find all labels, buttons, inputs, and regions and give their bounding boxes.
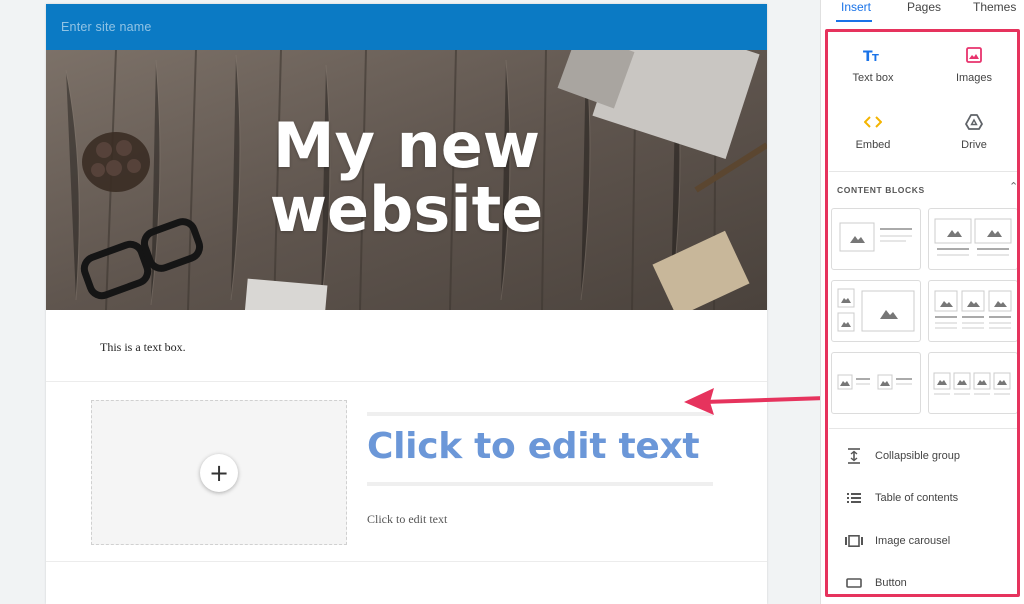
image-carousel-label: Image carousel xyxy=(875,535,951,547)
collapsible-group-icon xyxy=(845,448,863,464)
button-icon xyxy=(845,575,863,591)
panel-divider xyxy=(829,428,1017,429)
title-divider-top xyxy=(367,412,713,416)
hero-title-line-2: website xyxy=(269,173,544,246)
insert-text-box-button[interactable]: TT Text box xyxy=(833,44,913,84)
content-block-1[interactable] xyxy=(831,208,921,270)
insert-table-of-contents[interactable]: Table of contents xyxy=(845,488,958,508)
panel-divider xyxy=(829,171,1017,172)
image-placeholder[interactable]: + xyxy=(91,400,347,545)
table-of-contents-icon xyxy=(845,490,863,506)
annotation-arrow-icon xyxy=(684,388,828,415)
hero-title[interactable]: My new website xyxy=(46,114,767,242)
insert-collapsible-group[interactable]: Collapsible group xyxy=(845,446,960,466)
insert-embed-label: Embed xyxy=(855,139,891,151)
hero-title-line-1: My new xyxy=(272,109,541,182)
svg-text:T: T xyxy=(872,53,879,63)
content-block-6[interactable] xyxy=(928,352,1018,414)
button-label: Button xyxy=(875,577,907,589)
hero-banner[interactable]: My new website xyxy=(46,50,767,310)
title-divider-bottom xyxy=(367,482,713,486)
insert-text-box-label: Text box xyxy=(852,72,894,84)
collapse-chevron-icon[interactable]: ⌃ xyxy=(1009,180,1018,193)
add-image-button[interactable]: + xyxy=(200,454,238,492)
insert-images-label: Images xyxy=(955,72,993,84)
content-block-3[interactable] xyxy=(831,280,921,342)
insert-drive-button[interactable]: Drive xyxy=(934,111,1014,151)
content-block-section[interactable]: + Click to edit text Click to edit text xyxy=(46,382,767,562)
drive-icon xyxy=(934,111,1014,133)
content-block-4[interactable] xyxy=(928,280,1018,342)
text-box-icon: TT xyxy=(833,44,913,66)
tab-insert[interactable]: Insert xyxy=(841,0,871,14)
insert-images-button[interactable]: Images xyxy=(934,44,1014,84)
site-header-bar: Enter site name xyxy=(46,4,767,50)
text-box[interactable]: This is a text box. xyxy=(100,340,186,355)
editable-body-text[interactable]: Click to edit text xyxy=(367,512,447,527)
content-block-2[interactable] xyxy=(928,208,1018,270)
tab-themes[interactable]: Themes xyxy=(973,0,1016,14)
content-blocks-heading: CONTENT BLOCKS xyxy=(837,185,925,195)
tab-pages[interactable]: Pages xyxy=(907,0,941,14)
insert-image-carousel[interactable]: Image carousel xyxy=(845,531,950,551)
insert-button[interactable]: Button xyxy=(845,573,907,593)
collapsible-group-label: Collapsible group xyxy=(875,450,960,462)
site-page: Enter site name My new website This is a… xyxy=(46,4,767,604)
insert-embed-button[interactable]: Embed xyxy=(833,111,913,151)
insert-drive-label: Drive xyxy=(961,139,987,151)
site-name-input[interactable]: Enter site name xyxy=(61,20,152,34)
embed-icon xyxy=(833,111,913,133)
content-block-5[interactable] xyxy=(831,352,921,414)
active-tab-indicator xyxy=(836,20,872,22)
insert-panel: Insert Pages Themes TT Text box Images E… xyxy=(820,0,1024,604)
image-icon xyxy=(934,44,1014,66)
panel-tabs: Insert Pages Themes xyxy=(821,0,1024,22)
editable-title[interactable]: Click to edit text xyxy=(367,426,700,467)
text-box-section[interactable]: This is a text box. xyxy=(46,310,767,382)
image-carousel-icon xyxy=(845,533,863,549)
table-of-contents-label: Table of contents xyxy=(875,492,959,504)
